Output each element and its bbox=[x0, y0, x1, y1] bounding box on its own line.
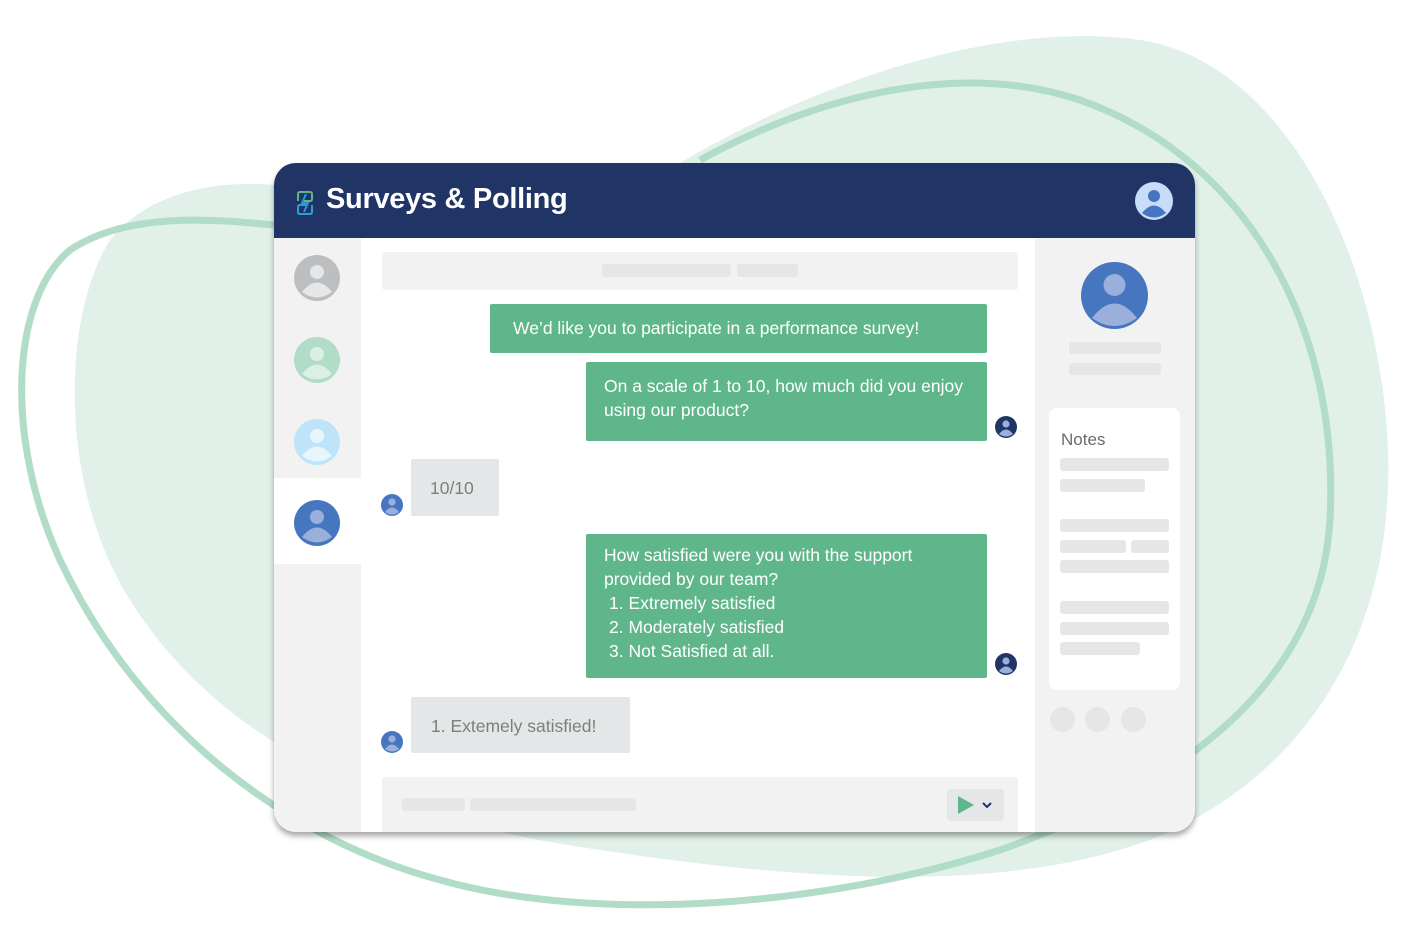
skeleton-line bbox=[1069, 363, 1161, 375]
contact-item-gray[interactable] bbox=[274, 238, 361, 320]
message-text: On a scale of 1 to 10, how much did you … bbox=[604, 376, 963, 420]
contacts-sidebar bbox=[274, 238, 361, 832]
chat-area: We’d like you to participate in a perfor… bbox=[361, 238, 1035, 832]
skeleton-line bbox=[1060, 519, 1169, 532]
message-text: 10/10 bbox=[430, 478, 474, 498]
skeleton-line bbox=[737, 264, 798, 277]
customer-avatar-icon bbox=[381, 494, 403, 516]
action-dot-3[interactable] bbox=[1121, 707, 1146, 732]
profile-panel: Notes bbox=[1035, 238, 1195, 832]
skeleton-line bbox=[1069, 342, 1161, 354]
skeleton-line bbox=[1060, 560, 1169, 573]
message-outgoing: How satisfied were you with the support … bbox=[586, 534, 987, 678]
skeleton-line bbox=[1060, 642, 1140, 655]
agent-avatar-icon bbox=[995, 416, 1017, 438]
skeleton-line bbox=[602, 264, 731, 277]
notes-card[interactable]: Notes bbox=[1049, 408, 1180, 690]
survey-chat-logo-icon bbox=[297, 191, 313, 215]
contact-avatar-icon bbox=[294, 255, 340, 301]
message-text: 1. Extemely satisfied! bbox=[431, 716, 597, 736]
contact-item-lightblue[interactable] bbox=[274, 402, 361, 484]
survey-option: 1. Extremely satisfied bbox=[609, 593, 776, 613]
play-send-icon bbox=[958, 796, 974, 814]
skeleton-line bbox=[1060, 458, 1169, 471]
skeleton-line bbox=[1060, 622, 1169, 635]
app-window: Surveys & Polling We’d like you to parti… bbox=[274, 163, 1195, 832]
message-text: We’d like you to participate in a perfor… bbox=[513, 318, 920, 338]
send-button[interactable] bbox=[947, 789, 1004, 821]
message-incoming: 1. Extemely satisfied! bbox=[411, 697, 630, 753]
message-composer[interactable] bbox=[382, 777, 1018, 832]
skeleton-line bbox=[1060, 479, 1145, 492]
message-outgoing: We’d like you to participate in a perfor… bbox=[490, 304, 987, 353]
skeleton-line bbox=[1060, 601, 1169, 614]
survey-option: 3. Not Satisfied at all. bbox=[609, 641, 775, 661]
action-dot-2[interactable] bbox=[1085, 707, 1110, 732]
message-incoming: 10/10 bbox=[411, 459, 499, 516]
chat-header-placeholder bbox=[382, 252, 1018, 290]
survey-option: 2. Moderately satisfied bbox=[609, 617, 785, 637]
skeleton-line bbox=[1060, 540, 1126, 553]
survey-options-list: 1. Extremely satisfied 2. Moderately sat… bbox=[604, 591, 969, 663]
contact-item-green[interactable] bbox=[274, 320, 361, 402]
chevron-down-icon[interactable] bbox=[982, 800, 992, 810]
agent-avatar-icon bbox=[995, 653, 1017, 675]
user-avatar-icon[interactable] bbox=[1135, 182, 1173, 220]
contact-item-blue-active[interactable] bbox=[274, 478, 361, 564]
title-bar: Surveys & Polling bbox=[274, 163, 1195, 238]
skeleton-line bbox=[402, 798, 465, 811]
action-dot-1[interactable] bbox=[1050, 707, 1075, 732]
skeleton-line bbox=[470, 798, 636, 811]
skeleton-line bbox=[1131, 540, 1169, 553]
contact-avatar-icon bbox=[294, 337, 340, 383]
app-title: Surveys & Polling bbox=[326, 183, 568, 215]
contact-avatar-icon bbox=[294, 500, 340, 546]
contact-avatar-icon bbox=[294, 419, 340, 465]
notes-title: Notes bbox=[1061, 430, 1106, 449]
customer-avatar-icon bbox=[381, 731, 403, 753]
profile-avatar-icon bbox=[1081, 262, 1148, 329]
message-text: How satisfied were you with the support … bbox=[604, 545, 913, 589]
message-outgoing: On a scale of 1 to 10, how much did you … bbox=[586, 362, 987, 441]
